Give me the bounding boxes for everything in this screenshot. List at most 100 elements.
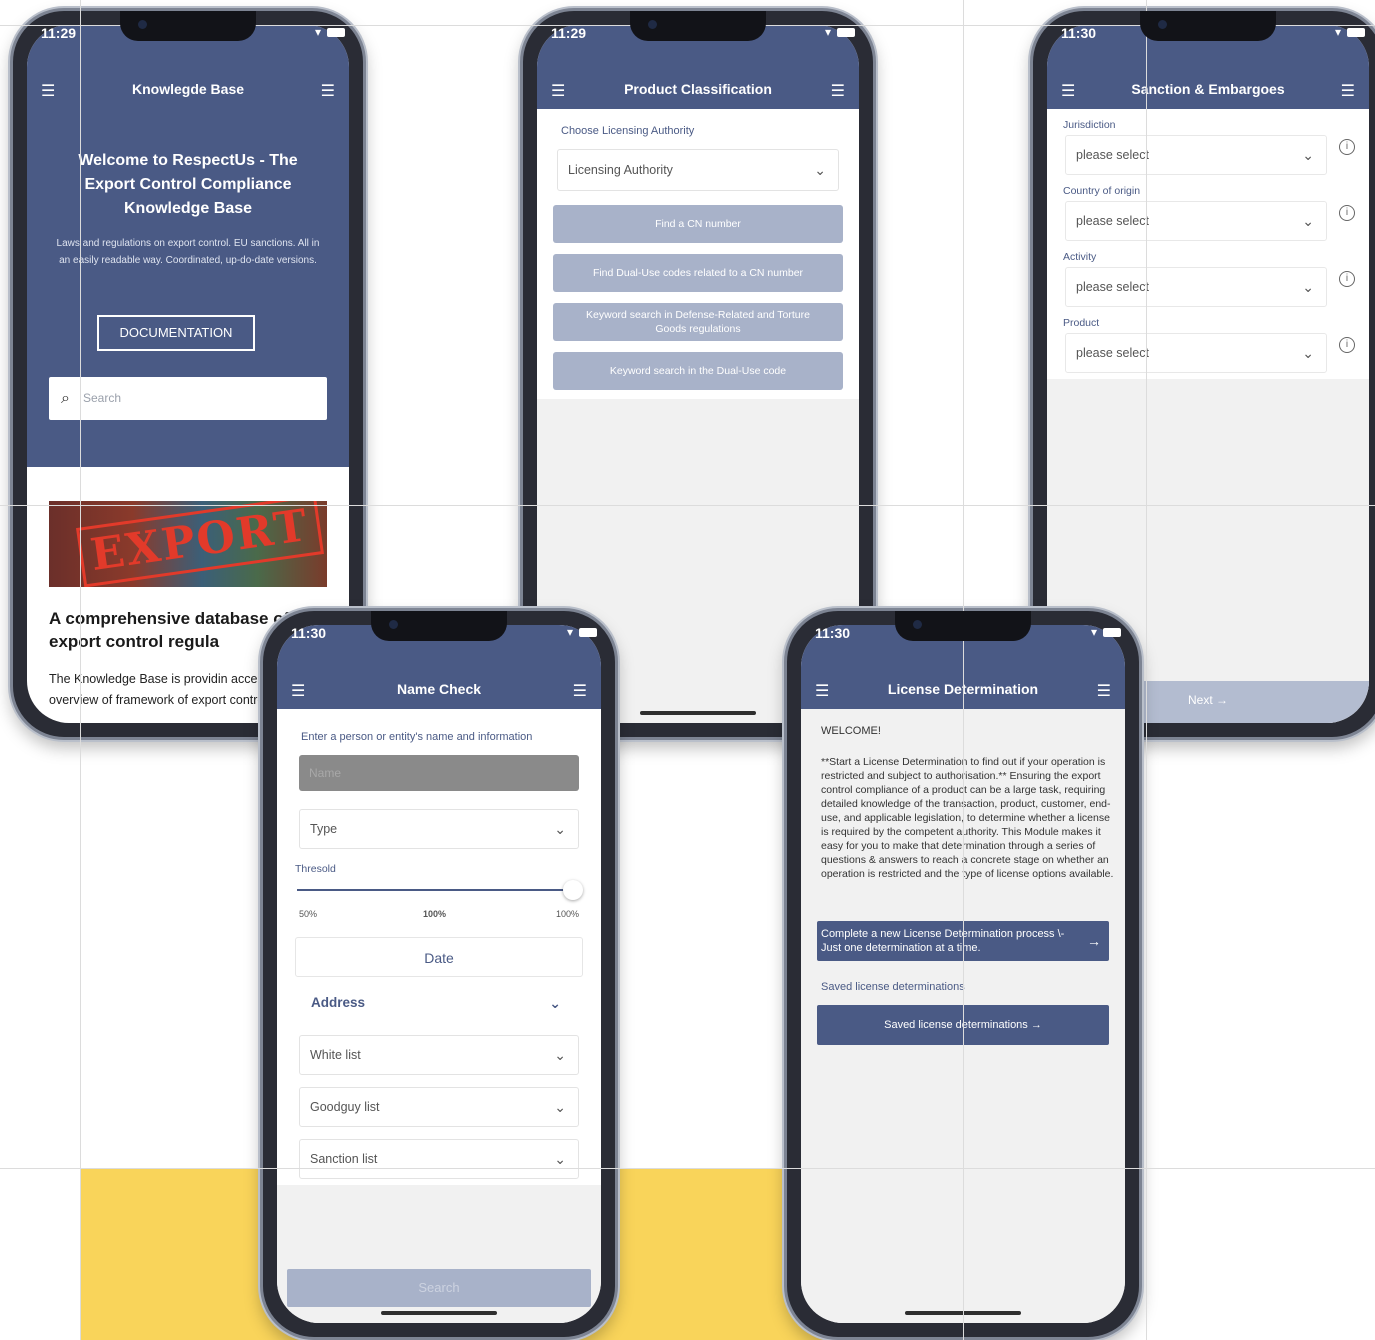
product-select[interactable]: please select ⌄ [1065,333,1327,373]
select-value: please select [1076,346,1149,360]
arrow-right-icon: → [1030,1019,1042,1031]
export-image: EXPORT [49,501,327,587]
saved-label: Saved license determinations [821,981,965,993]
name-check-label: Enter a person or entity's name and info… [301,731,533,743]
arrow-right-icon: → [1216,693,1229,707]
info-icon[interactable]: i [1339,271,1355,287]
search-icon: ⌕ [61,390,70,407]
threshold-slider-knob[interactable] [563,880,583,900]
type-select[interactable]: Type ⌄ [299,809,579,849]
threshold-label: Thresold [295,863,336,875]
threshold-slider-track[interactable] [297,889,571,891]
select-value: Goodguy list [310,1100,380,1114]
chevron-down-icon: ⌄ [549,995,561,1011]
next-label: Next [1187,693,1213,707]
start-label: Complete a new License Determination pro… [821,928,1065,954]
wifi-battery-icon: ▾ [1335,25,1365,39]
home-indicator [381,1311,497,1315]
options-icon[interactable]: ☰ [1341,81,1355,101]
tick-max: 100% [555,909,579,919]
wifi-battery-icon: ▾ [567,625,597,639]
select-value: please select [1076,280,1149,294]
chevron-down-icon: ⌄ [554,1047,566,1063]
address-section[interactable]: Address ⌄ [311,995,561,1011]
guide-line [0,505,1375,506]
search-input[interactable]: ⌕ Search [49,377,327,420]
activity-select[interactable]: please select ⌄ [1065,267,1327,307]
wifi-battery-icon: ▾ [825,25,855,39]
guide-line [0,1168,1375,1169]
product-label: Product [1063,317,1100,329]
date-field[interactable]: Date [295,937,583,977]
wifi-battery-icon: ▾ [1091,625,1121,639]
tick-min: 50% [299,909,318,919]
phone-name-check: ☰ Name Check ☰ Enter a person or entity'… [260,608,618,1340]
chevron-down-icon: ⌄ [1302,147,1314,163]
find-cn-button[interactable]: Find a CN number [553,205,843,243]
guide-line [1146,0,1147,1340]
find-dual-use-button[interactable]: Find Dual-Use codes related to a CN numb… [553,254,843,292]
chevron-down-icon: ⌄ [814,162,826,178]
jurisdiction-select[interactable]: please select ⌄ [1065,135,1327,175]
chevron-down-icon: ⌄ [1302,213,1314,229]
chevron-down-icon: ⌄ [1302,345,1314,361]
address-label: Address [311,995,366,1010]
notch [1140,11,1276,41]
info-icon[interactable]: i [1339,337,1355,353]
white-list-select[interactable]: White list ⌄ [299,1035,579,1075]
select-value: Type [310,822,338,836]
search-button[interactable]: Search [287,1269,591,1307]
defense-keyword-button[interactable]: Keyword search in Defense-Related and To… [553,303,843,341]
screen: ☰ Name Check ☰ Enter a person or entity'… [277,625,601,1323]
welcome-heading: WELCOME! [821,725,881,737]
documentation-button[interactable]: DOCUMENTATION [97,315,255,351]
wifi-battery-icon: ▾ [315,25,345,39]
sanction-list-select[interactable]: Sanction list ⌄ [299,1139,579,1179]
notch [630,11,766,41]
guide-line [80,0,81,1340]
options-icon[interactable]: ☰ [831,81,845,101]
arrow-right-icon: → [1087,933,1101,949]
chevron-down-icon: ⌄ [554,1099,566,1115]
chevron-down-icon: ⌄ [554,821,566,837]
home-indicator [640,711,756,715]
options-icon[interactable]: ☰ [573,681,587,701]
country-select[interactable]: please select ⌄ [1065,201,1327,241]
name-input[interactable]: Name [299,755,579,791]
page-title: Product Classification [624,81,772,97]
options-icon[interactable]: ☰ [321,81,335,101]
info-icon[interactable]: i [1339,139,1355,155]
dual-use-keyword-button[interactable]: Keyword search in the Dual-Use code [553,352,843,390]
goodguy-list-select[interactable]: Goodguy list ⌄ [299,1087,579,1127]
hero-section: Welcome to RespectUs - The Export Contro… [27,109,349,467]
select-value: please select [1076,148,1149,162]
status-time: 11:29 [551,25,587,41]
page-title: Knowlegde Base [131,81,245,97]
options-icon[interactable]: ☰ [1097,681,1111,701]
hero-title: Welcome to RespectUs - The Export Contro… [78,152,298,217]
guide-line [963,0,964,1340]
status-time: 11:29 [41,25,77,41]
select-value: White list [310,1048,361,1062]
hero-subtitle: Laws and regulations on export control. … [56,238,320,266]
licensing-authority-select[interactable]: Licensing Authority ⌄ [557,149,839,191]
country-label: Country of origin [1063,185,1141,197]
tick-current: 100% [423,909,447,919]
status-time: 11:30 [815,625,851,641]
welcome-body: **Start a License Determination to find … [821,756,1114,880]
select-value: Sanction list [310,1152,378,1166]
licensing-label: Choose Licensing Authority [561,125,695,137]
chevron-down-icon: ⌄ [1302,279,1314,295]
search-placeholder: Search [83,391,122,405]
status-time: 11:30 [291,625,327,641]
select-value: please select [1076,214,1149,228]
chevron-down-icon: ⌄ [554,1151,566,1167]
canvas: ☰ Knowlegde Base ☰ Welcome to RespectUs … [0,0,1375,1340]
status-time: 11:30 [1061,25,1097,41]
select-value: Licensing Authority [568,163,673,177]
page-title: Name Check [396,681,482,697]
info-icon[interactable]: i [1339,205,1355,221]
jurisdiction-label: Jurisdiction [1063,119,1116,131]
notch [371,611,507,641]
activity-label: Activity [1063,251,1097,263]
